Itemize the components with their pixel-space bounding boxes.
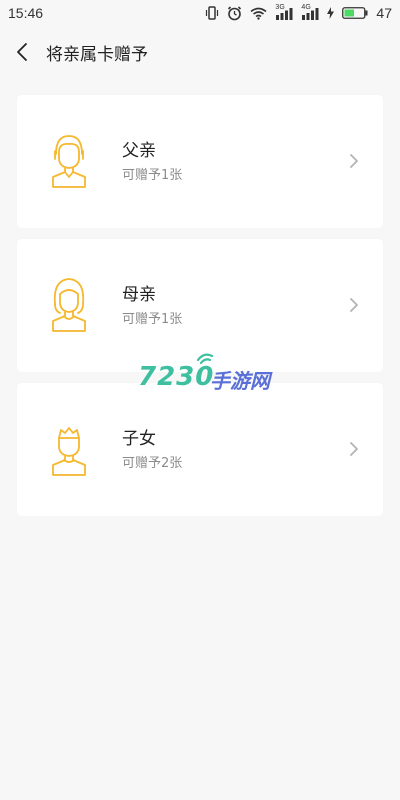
status-icons: 3G 4G 47 [205, 4, 392, 21]
vibrate-icon [205, 6, 219, 20]
status-bar: 15:46 3G 4G 47 [0, 0, 400, 26]
recipient-quota: 可赠予1张 [122, 168, 183, 183]
recipient-card-child[interactable]: 子女 可赠予2张 [17, 383, 383, 516]
chevron-right-icon [350, 154, 358, 168]
recipient-name: 子女 [122, 429, 156, 449]
recipient-name: 母亲 [122, 285, 156, 305]
battery-percent: 47 [376, 5, 392, 21]
wifi-icon [250, 7, 267, 20]
chevron-right-icon [350, 442, 358, 456]
recipient-quota: 可赠予2张 [122, 456, 183, 471]
watermark: 7230 手游网 [138, 352, 288, 396]
recipient-quota: 可赠予1张 [122, 312, 183, 327]
watermark-number: 7230 [138, 362, 215, 392]
page-title: 将亲属卡赠予 [46, 44, 148, 65]
charging-icon [327, 7, 335, 19]
card-text: 父亲 可赠予1张 [122, 140, 182, 184]
chevron-right-icon [350, 298, 358, 312]
status-time: 15:46 [8, 5, 44, 21]
alarm-icon [227, 5, 242, 21]
recipient-name: 父亲 [122, 141, 156, 161]
signal-icon: 3G [275, 4, 293, 20]
recipient-card-father[interactable]: 父亲 可赠予1张 [17, 95, 383, 228]
watermark-text: 手游网 [210, 369, 270, 393]
header: 将亲属卡赠予 [0, 30, 400, 74]
battery-icon [342, 7, 368, 19]
child-avatar-icon [49, 418, 89, 478]
card-text: 母亲 可赠予1张 [122, 284, 182, 328]
recipient-list: 父亲 可赠予1张 母亲 可赠予1张 子女 可赠予2张 [17, 95, 383, 527]
chevron-left-icon [17, 43, 27, 61]
father-avatar-icon [49, 130, 89, 190]
back-button[interactable] [2, 30, 42, 74]
mother-avatar-icon [49, 274, 89, 334]
signal-icon: 4G [301, 4, 319, 20]
card-text: 子女 可赠予2张 [122, 428, 182, 472]
